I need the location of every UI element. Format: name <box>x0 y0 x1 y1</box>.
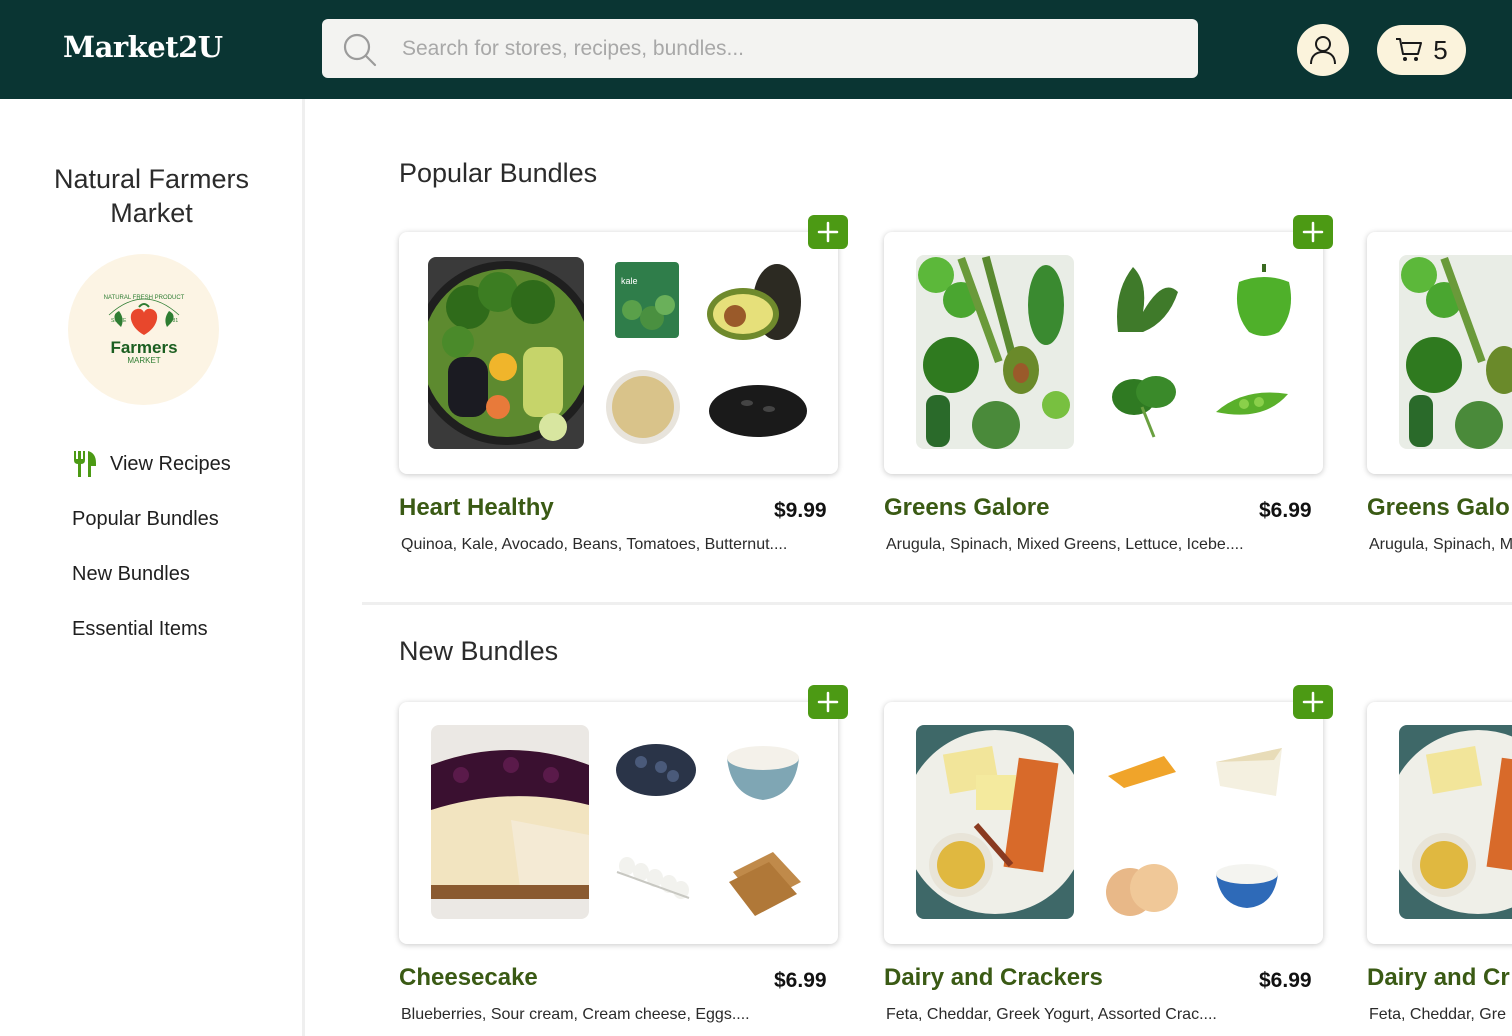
bundle-name[interactable]: Heart Healthy <box>399 494 554 522</box>
fork-knife-icon <box>74 451 96 477</box>
bundle-price: $6.99 <box>1259 969 1312 992</box>
bundle-description: Arugula, Spinach, M <box>1369 536 1512 553</box>
new-bundles-title: New Bundles <box>399 636 559 666</box>
sidebar-item-popular-bundles[interactable]: Popular Bundles <box>72 504 231 534</box>
bundle-name[interactable]: Greens Galo <box>1367 494 1510 522</box>
sidebar-item-new-bundles[interactable]: New Bundles <box>72 559 231 589</box>
user-icon <box>1310 36 1336 65</box>
main-content: Popular Bundles kale Heart Healthy $9.99… <box>305 99 1512 1036</box>
brie-image <box>1216 748 1282 796</box>
bundle-price: $9.99 <box>774 499 827 522</box>
cheesecake-image <box>431 725 589 919</box>
bundle-description: Blueberries, Sour cream, Cream cheese, E… <box>401 1006 750 1023</box>
greek-yogurt-bowl-image <box>1216 864 1278 908</box>
bundle-description: Feta, Cheddar, Gre <box>1369 1006 1506 1023</box>
section-divider <box>362 602 1512 605</box>
salad-bowl-image <box>428 257 584 449</box>
blueberries-image <box>616 744 696 796</box>
search-input[interactable] <box>402 19 1172 78</box>
bundle-name[interactable]: Greens Galore <box>884 494 1049 522</box>
store-logo: NATURAL FRESH PRODUCT SINCE 1981 Farmers… <box>68 254 219 405</box>
bundle-name[interactable]: Dairy and Cr <box>1367 964 1510 992</box>
add-bundle-button[interactable] <box>1293 685 1333 719</box>
top-header: Market2U 5 <box>0 0 1512 99</box>
store-name: Natural Farmers Market <box>53 164 250 228</box>
cart-icon <box>1396 38 1423 61</box>
bundle-description: Feta, Cheddar, Greek Yogurt, Assorted Cr… <box>886 1006 1217 1023</box>
spinach-image <box>1112 376 1176 438</box>
account-button[interactable] <box>1297 24 1349 76</box>
logo-year: 1981 <box>167 318 178 324</box>
popular-bundles-title: Popular Bundles <box>399 158 598 188</box>
plus-icon <box>817 691 839 713</box>
peas-image <box>1216 392 1288 415</box>
add-bundle-button[interactable] <box>1293 215 1333 249</box>
kale-bag-label: kale <box>621 276 638 286</box>
sidebar-item-label: Essential Items <box>72 617 208 640</box>
add-bundle-button[interactable] <box>808 685 848 719</box>
black-beans-image <box>709 385 807 437</box>
logo-top-text: NATURAL FRESH PRODUCT <box>103 295 184 301</box>
avocado-image <box>707 264 801 340</box>
cheddar-image <box>1108 756 1176 788</box>
app-logo[interactable]: Market2U <box>63 30 223 64</box>
logo-sub: MARKET <box>127 356 160 365</box>
search-icon <box>343 33 377 67</box>
logo-text: Farmers <box>110 338 177 357</box>
plus-icon <box>1302 691 1324 713</box>
bundle-card-heart-healthy[interactable]: kale <box>399 232 838 474</box>
sidebar-nav: View Recipes Popular Bundles New Bundles… <box>72 449 231 644</box>
cheese-platter-image <box>916 725 1074 919</box>
sidebar-item-essential-items[interactable]: Essential Items <box>72 614 231 644</box>
sidebar-item-label: View Recipes <box>110 452 231 475</box>
quinoa-image <box>606 370 680 444</box>
logo-since: SINCE <box>111 318 127 324</box>
sidebar-item-view-recipes[interactable]: View Recipes <box>72 449 231 479</box>
sidebar-item-label: Popular Bundles <box>72 507 219 530</box>
bundle-card-dairy-crackers-partial[interactable] <box>1367 702 1512 944</box>
kale-bag-image: kale <box>615 262 679 338</box>
arugula-image <box>1117 267 1178 332</box>
bundle-card-dairy-crackers[interactable] <box>884 702 1323 944</box>
eggs-carton-image <box>616 857 690 899</box>
search-bar[interactable] <box>322 19 1198 78</box>
farmers-market-logo: NATURAL FRESH PRODUCT SINCE 1981 Farmers… <box>103 295 184 365</box>
sidebar-item-label: New Bundles <box>72 562 190 585</box>
bundle-card-cheesecake[interactable] <box>399 702 838 944</box>
bundle-card-greens-galore-partial[interactable] <box>1367 232 1512 474</box>
bundle-name[interactable]: Cheesecake <box>399 964 538 992</box>
round-crackers-image <box>1106 864 1178 916</box>
bundle-price: $6.99 <box>774 969 827 992</box>
graham-crackers-image <box>729 852 801 916</box>
add-bundle-button[interactable] <box>808 215 848 249</box>
sour-cream-bowl-image <box>727 746 799 800</box>
green-pepper-image <box>1236 264 1292 336</box>
cart-button[interactable]: 5 <box>1377 25 1466 75</box>
bundle-name[interactable]: Dairy and Crackers <box>884 964 1103 992</box>
bundle-description: Arugula, Spinach, Mixed Greens, Lettuce,… <box>886 536 1244 553</box>
greens-spread-image <box>1399 255 1512 449</box>
sidebar: Natural Farmers Market NATURAL FRESH PRO… <box>0 99 305 1036</box>
plus-icon <box>1302 221 1324 243</box>
cart-count: 5 <box>1433 34 1448 65</box>
cheese-platter-image <box>1399 725 1512 919</box>
bundle-price: $6.99 <box>1259 499 1312 522</box>
plus-icon <box>817 221 839 243</box>
greens-spread-image <box>916 255 1074 449</box>
bundle-card-greens-galore[interactable] <box>884 232 1323 474</box>
bundle-description: Quinoa, Kale, Avocado, Beans, Tomatoes, … <box>401 536 788 553</box>
